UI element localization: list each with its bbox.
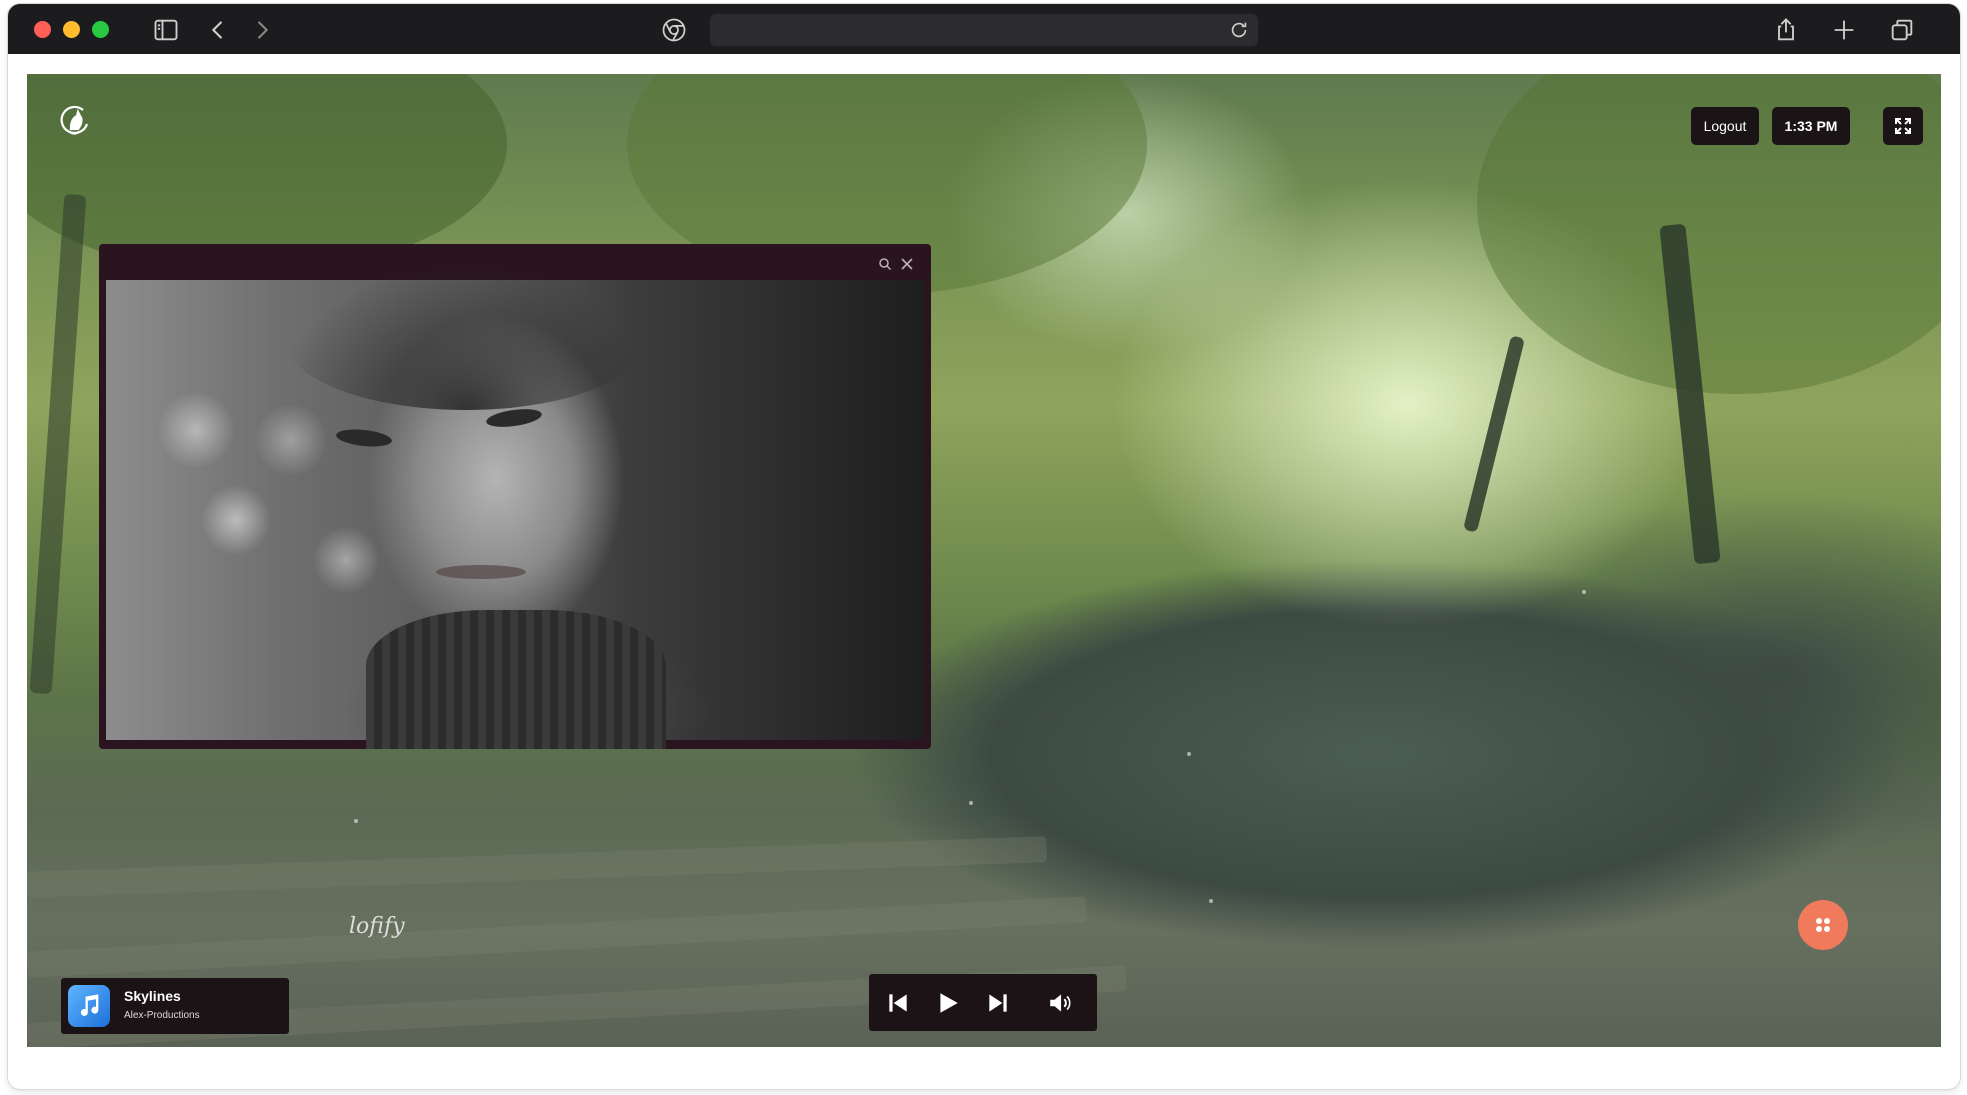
video-subject-mouth	[436, 565, 526, 579]
reload-icon[interactable]	[1228, 19, 1250, 41]
video-panel[interactable]	[99, 244, 931, 749]
fullscreen-icon	[1893, 116, 1913, 136]
tabs-icon[interactable]	[1888, 16, 1916, 44]
close-window-button[interactable]	[34, 21, 51, 38]
tree-trunk	[1463, 335, 1525, 533]
app-logo-icon[interactable]	[57, 104, 93, 140]
brand-watermark: lofify	[349, 914, 405, 939]
video-subject-sweater	[366, 610, 666, 749]
share-icon[interactable]	[1772, 16, 1800, 44]
new-tab-icon[interactable]	[1830, 16, 1858, 44]
play-icon[interactable]	[935, 990, 961, 1016]
stone-step	[27, 896, 1087, 978]
player-controls	[869, 974, 1097, 1031]
particle	[969, 801, 973, 805]
clock-display: 1:33 PM	[1772, 107, 1850, 145]
music-note-icon	[68, 985, 110, 1027]
address-bar[interactable]	[710, 14, 1258, 46]
particle	[1187, 752, 1191, 756]
sidebar-icon[interactable]	[152, 16, 180, 44]
fullscreen-button[interactable]	[1883, 107, 1923, 145]
particle	[1582, 590, 1586, 594]
track-artist: Alex-Productions	[124, 1010, 200, 1021]
particle	[354, 819, 358, 823]
minimize-window-button[interactable]	[63, 21, 80, 38]
forward-icon[interactable]	[248, 16, 276, 44]
grid-dots-icon	[1813, 915, 1833, 935]
video-subject-eye	[335, 427, 393, 449]
video-subject-hair	[286, 270, 646, 410]
site-icon	[660, 16, 688, 44]
lofi-scene: Logout 1:33 PM lofify Skylines Alex-Prod…	[27, 74, 1941, 1047]
apps-menu-button[interactable]	[1798, 900, 1848, 950]
stone-step	[27, 836, 1048, 898]
browser-window: Logout 1:33 PM lofify Skylines Alex-Prod…	[8, 4, 1960, 1089]
logout-button[interactable]: Logout	[1691, 107, 1759, 145]
close-icon[interactable]	[900, 257, 914, 271]
previous-icon[interactable]	[885, 990, 911, 1016]
browser-toolbar	[8, 4, 1960, 54]
back-icon[interactable]	[204, 16, 232, 44]
track-title: Skylines	[124, 988, 181, 1004]
video-frame[interactable]	[106, 270, 924, 749]
tree-trunk	[29, 193, 87, 695]
particle	[1209, 899, 1213, 903]
zoom-window-button[interactable]	[92, 21, 109, 38]
video-subject-eye	[485, 406, 543, 430]
search-icon[interactable]	[878, 257, 892, 271]
next-icon[interactable]	[985, 990, 1011, 1016]
volume-icon[interactable]	[1047, 990, 1073, 1016]
now-playing-card[interactable]: Skylines Alex-Productions	[61, 978, 289, 1034]
